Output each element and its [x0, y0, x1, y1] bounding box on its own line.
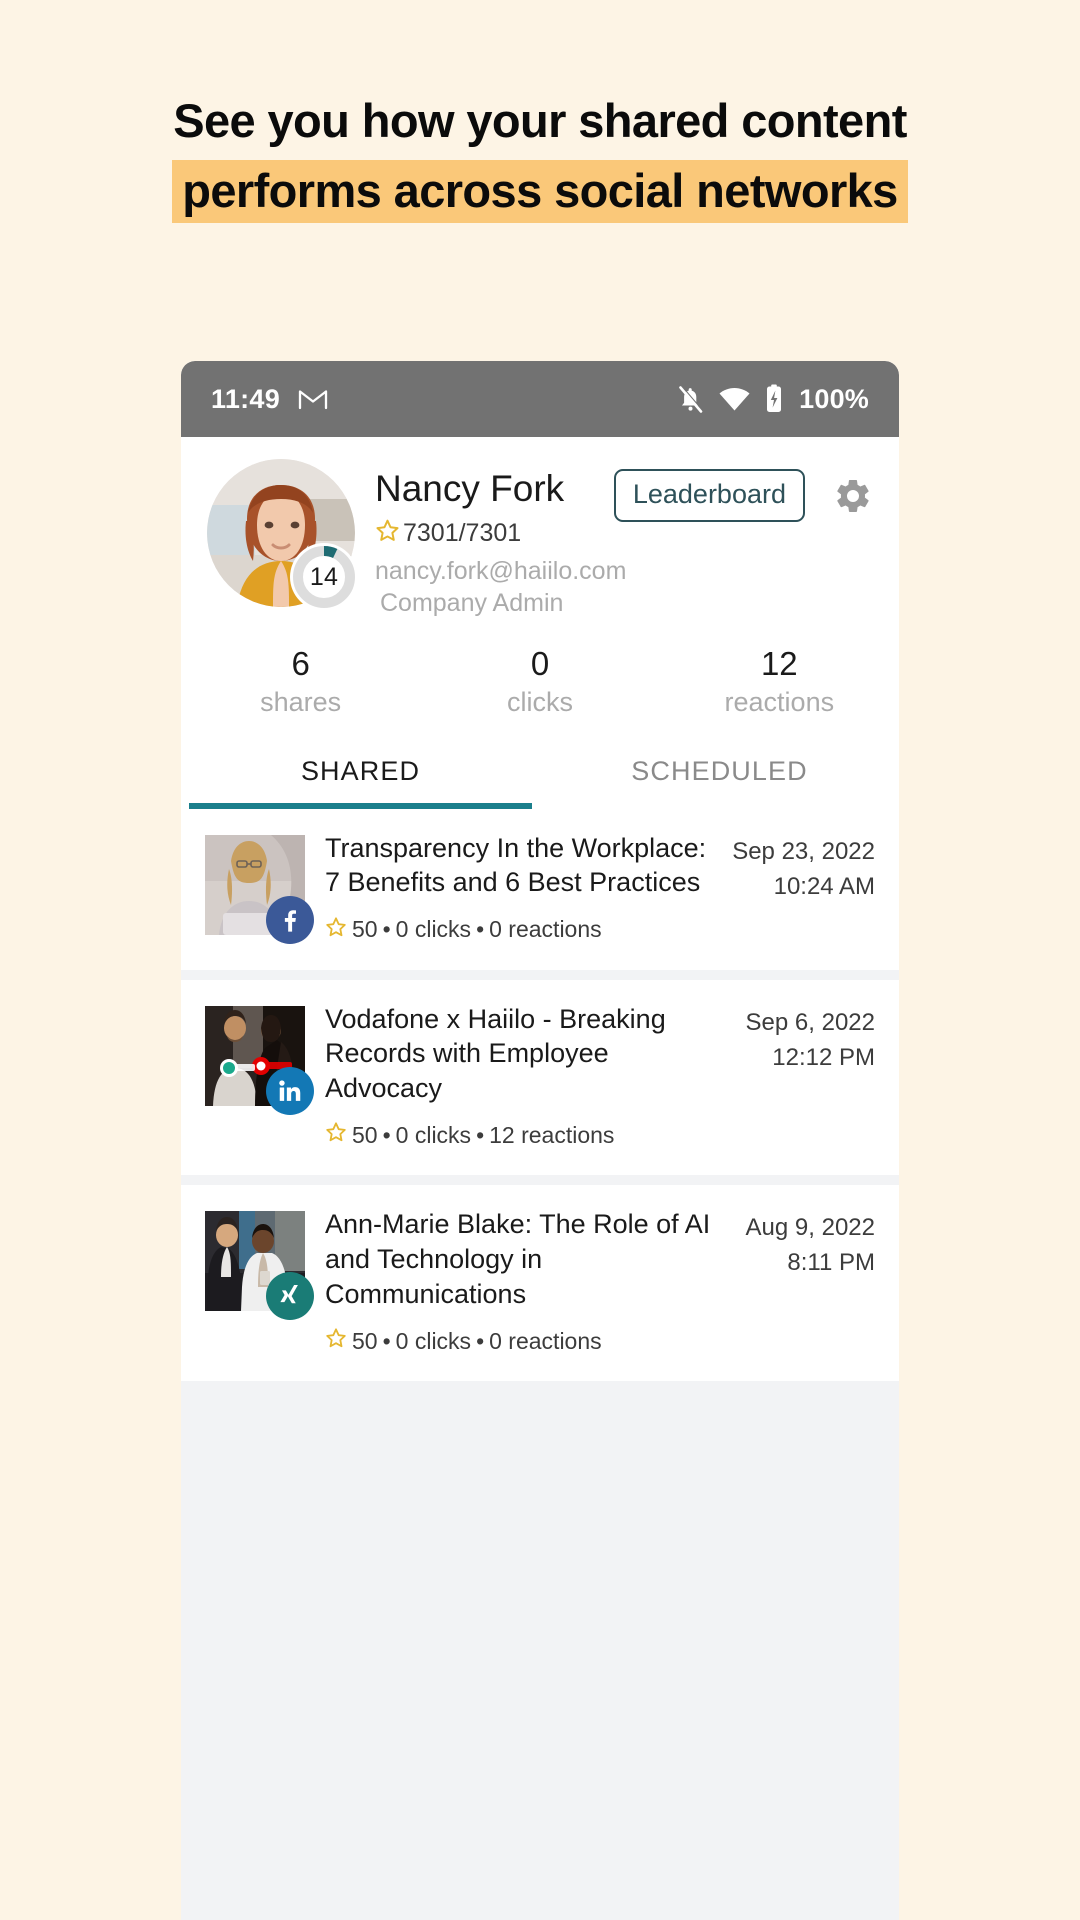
- headline-line-2: performs across social networks: [172, 159, 908, 223]
- facebook-icon: [266, 895, 314, 944]
- star-icon: [375, 518, 400, 550]
- status-bar-clock: 11:49: [211, 383, 281, 414]
- feed-item-timestamp: Sep 6, 2022 12:12 PM: [746, 1002, 875, 1076]
- profile-points-value: 7301/7301: [403, 519, 522, 548]
- headline-line-2-wrapper: performs across social networks: [0, 159, 1080, 223]
- feed-item[interactable]: Transparency In the Workplace: 7 Benefit…: [181, 808, 899, 970]
- stat-value: 0: [530, 644, 550, 682]
- feed-empty-space: [181, 1391, 899, 1872]
- feed-item-points: 50: [352, 1121, 378, 1148]
- headline-line-1: See you how your shared content: [173, 94, 907, 147]
- feed-item[interactable]: Ann-Marie Blake: The Role of AI and Tech…: [181, 1185, 899, 1382]
- gmail-icon: [298, 387, 328, 411]
- star-icon: [325, 1327, 347, 1355]
- profile-role: Company Admin: [380, 588, 564, 617]
- feed-item-timestamp: Sep 23, 2022 10:24 AM: [732, 831, 875, 905]
- thumbnail-wrapper: [205, 1005, 314, 1115]
- xing-icon: [266, 1272, 314, 1321]
- feed-item-timestamp: Aug 9, 2022 8:11 PM: [746, 1207, 875, 1281]
- stat-value: 12: [760, 644, 798, 682]
- meta-separator: •: [382, 916, 391, 943]
- feed-item-date: Sep 23, 2022: [732, 837, 875, 865]
- feed-item-meta: 50 • 0 clicks • 0 reactions: [325, 1327, 732, 1355]
- thumbnail-wrapper: [205, 834, 314, 944]
- feed-item-clicks: 0 clicks: [395, 916, 472, 943]
- feed-item[interactable]: Vodafone x Haiilo - Breaking Records wit…: [181, 979, 899, 1176]
- meta-separator: •: [382, 1327, 391, 1354]
- feed-item-date: Aug 9, 2022: [745, 1214, 875, 1242]
- star-icon: [325, 916, 347, 944]
- meta-separator: •: [476, 916, 485, 943]
- stat-value: 6: [291, 644, 310, 682]
- meta-separator: •: [382, 1121, 391, 1148]
- feed-item-time: 12:12 PM: [772, 1043, 875, 1071]
- status-bar: 11:49 100%: [181, 361, 899, 437]
- wifi-icon: [718, 386, 751, 412]
- leaderboard-button[interactable]: Leaderboard: [613, 469, 805, 522]
- stats-row: 6 shares 0 clicks 12 reactions: [181, 618, 899, 740]
- profile-actions: Leaderboard: [613, 469, 873, 522]
- feed-item-title: Vodafone x Haiilo - Breaking Records wit…: [325, 1003, 666, 1103]
- linkedin-icon: [266, 1066, 314, 1115]
- feed-item-meta: 50 • 0 clicks • 12 reactions: [325, 1121, 732, 1149]
- feed-item-time: 10:24 AM: [773, 872, 875, 900]
- feed-item-body: Vodafone x Haiilo - Breaking Records wit…: [325, 1002, 732, 1150]
- bell-off-icon: [677, 385, 704, 414]
- stat-label: clicks: [506, 686, 573, 717]
- thumbnail-wrapper: [205, 1211, 314, 1321]
- star-icon: [325, 1121, 347, 1149]
- settings-button[interactable]: [833, 476, 873, 516]
- avatar-wrapper[interactable]: 14: [207, 459, 358, 611]
- stat-label: shares: [260, 686, 342, 717]
- feed-item-title: Transparency In the Workplace: 7 Benefit…: [325, 832, 707, 898]
- feed-item-clicks: 0 clicks: [395, 1121, 472, 1148]
- profile-card: 14 Nancy Fork 7301/7301 nancy.fork@haiil…: [181, 437, 899, 809]
- stat-shares: 6 shares: [181, 645, 420, 720]
- feed-item-date: Sep 6, 2022: [745, 1008, 875, 1036]
- profile-header: 14 Nancy Fork 7301/7301 nancy.fork@haiil…: [181, 437, 899, 619]
- tab-shared[interactable]: SHARED: [181, 740, 540, 809]
- feed-item-title: Ann-Marie Blake: The Role of AI and Tech…: [325, 1209, 711, 1309]
- tab-scheduled[interactable]: SCHEDULED: [540, 740, 899, 809]
- feed-item-clicks: 0 clicks: [395, 1327, 472, 1354]
- status-bar-left: 11:49: [211, 384, 328, 415]
- stat-clicks: 0 clicks: [420, 645, 659, 720]
- profile-points: 7301/7301: [375, 518, 873, 550]
- level-badge: 14: [290, 543, 358, 611]
- feed-item-time: 8:11 PM: [787, 1249, 875, 1277]
- feed-item-meta: 50 • 0 clicks • 0 reactions: [325, 916, 718, 944]
- feed-item-body: Ann-Marie Blake: The Role of AI and Tech…: [325, 1207, 732, 1355]
- gear-icon: [833, 476, 873, 516]
- feed-item-reactions: 12 reactions: [489, 1121, 615, 1148]
- feed-item-points: 50: [352, 1327, 378, 1354]
- battery-percent-label: 100%: [799, 383, 869, 414]
- shared-content-feed: Transparency In the Workplace: 7 Benefit…: [181, 808, 899, 1872]
- profile-email: nancy.fork@haiilo.com: [375, 556, 627, 585]
- meta-separator: •: [476, 1121, 485, 1148]
- meta-separator: •: [476, 1327, 485, 1354]
- stat-reactions: 12 reactions: [660, 645, 899, 720]
- status-bar-right: 100%: [677, 384, 869, 415]
- feed-item-reactions: 0 reactions: [489, 916, 602, 943]
- feed-item-reactions: 0 reactions: [489, 1327, 602, 1354]
- battery-charging-icon: [765, 384, 783, 414]
- stat-label: reactions: [724, 686, 835, 717]
- promo-headline: See you how your shared content performs…: [0, 94, 1080, 223]
- level-number: 14: [309, 562, 339, 591]
- phone-mockup: 11:49 100% 14 Nancy Fork 7301/7301 nancy…: [181, 361, 899, 1920]
- feed-item-points: 50: [352, 916, 378, 943]
- tab-bar: SHARED SCHEDULED: [181, 739, 899, 809]
- feed-item-body: Transparency In the Workplace: 7 Benefit…: [325, 831, 718, 944]
